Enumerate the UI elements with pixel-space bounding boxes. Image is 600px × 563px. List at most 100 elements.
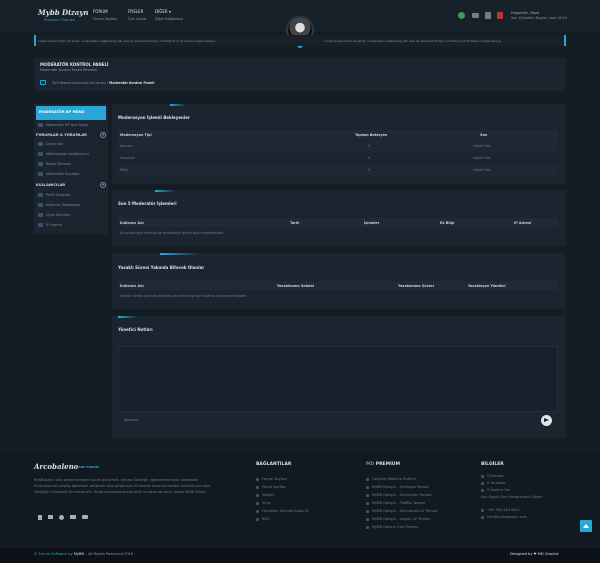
row-type[interactable]: Yorumlar	[120, 156, 135, 160]
section-accent	[118, 316, 138, 318]
nav-members[interactable]: ÜYELER Üye Listesi	[128, 9, 146, 21]
table-row	[118, 152, 558, 164]
sidebar-item-ip-search[interactable]: IP Arama	[36, 220, 106, 230]
sidebar-item-mod-logs[interactable]: Moderatör Kayıtları	[36, 169, 106, 179]
footer-info-item: 0 Konular	[481, 474, 504, 478]
modpanel-subtitle: Moderatör Kontrol Paneli Yönetimi	[40, 68, 98, 72]
sidebar-item-warnings[interactable]: Uyarı Kayıtları	[36, 210, 106, 220]
notes-input[interactable]	[118, 414, 534, 426]
users-icon	[481, 488, 484, 492]
notifications-icon[interactable]	[458, 12, 465, 19]
sidebar-item-label: Uyarı Kayıtları	[46, 213, 71, 217]
mybb-link[interactable]: MyBB	[74, 552, 84, 556]
facebook-icon[interactable]	[38, 515, 42, 520]
logout-icon[interactable]	[497, 12, 503, 19]
sidebar-menu-title: MODERATÖR KP MENÜ	[36, 106, 106, 120]
log-icon	[38, 172, 43, 176]
table-header	[118, 218, 558, 227]
nav-forum[interactable]: FORUM Forum Sayfası	[93, 9, 117, 21]
sidebar-item-reports[interactable]: Rapor Merkezi	[36, 159, 106, 169]
sidebar-item-moderation[interactable]: Moderasyon Kalitesyonu	[36, 149, 106, 159]
nav-members-label: ÜYELER	[128, 9, 144, 14]
pinterest-icon[interactable]	[59, 515, 64, 520]
row-type[interactable]: Konular	[120, 144, 133, 148]
section-title: Son 5 Moderatör İşlemleri	[118, 201, 177, 206]
search-icon	[38, 223, 43, 227]
table-row	[118, 164, 558, 176]
sidebar-item-label: Profil Düzenle	[46, 193, 71, 197]
footer-link[interactable]: Portal Sayfası	[256, 485, 286, 489]
table-header	[118, 130, 558, 139]
sidebar-item-edit-profile[interactable]: Profil Düzenle	[36, 190, 106, 200]
sidebar-item-label: Rapor Merkezi	[46, 162, 71, 166]
col-header: Ek Bilgi	[440, 221, 455, 225]
designed-by[interactable]: Designed by ❤ MD Graphic	[510, 552, 559, 556]
sidebar-forums-title: FORUMLAR & YORUMLAR	[36, 132, 87, 137]
footer-link[interactable]: İletişim	[256, 493, 275, 497]
user-icon	[38, 193, 43, 197]
notes-textarea[interactable]	[118, 346, 558, 412]
section-accent	[155, 190, 175, 192]
footer-link[interactable]: Arşiv	[256, 501, 271, 505]
bullet-icon	[366, 525, 369, 529]
footer-link[interactable]: Forum Sayfası	[256, 477, 287, 481]
nav-members-sub: Üye Listesi	[128, 17, 147, 21]
footer-link[interactable]: RSS	[256, 517, 269, 521]
megaphone-icon	[38, 142, 43, 146]
expand-icon[interactable]: +	[100, 181, 106, 188]
footer-premium-link[interactable]: MyBB Dizaynı Özel Teması	[366, 525, 418, 529]
section-accent	[160, 253, 200, 255]
footer-premium-link[interactable]: MyBB Dizaynı – Legion v2 Teması	[366, 517, 430, 521]
col-header: Kullanıcı Adı	[120, 284, 144, 288]
col-header: IP Adresi	[514, 221, 532, 225]
nav-other[interactable]: DİĞER ▾ Diğer Bağlantılar	[155, 9, 184, 21]
nav-other-sub: Diğer Bağlantılar	[155, 17, 184, 21]
section-title: Moderasyon İşlemli Bekleyenler	[118, 115, 190, 120]
google-plus-icon[interactable]	[70, 515, 76, 519]
bullet-icon	[366, 485, 369, 489]
mail-icon	[481, 515, 484, 519]
col-header: Moderasyon Tipi	[120, 133, 152, 137]
footer-logo-sub: DARK FORUM	[76, 465, 99, 469]
youtube-icon[interactable]	[82, 515, 88, 519]
footer-links-title: BAĞLANTILAR	[256, 462, 292, 467]
sidebar-item-home[interactable]: Moderatör KP Ana Sayfa	[36, 120, 106, 130]
copyright-prefix: © Forum Software by	[34, 552, 73, 556]
messages-icon[interactable]	[472, 13, 479, 18]
home-icon[interactable]	[40, 80, 46, 85]
empty-message: Yasaklı süresi yakında bitecek olan herh…	[120, 294, 248, 298]
sidebar-users-header[interactable]: KULLANICILAR +	[36, 180, 106, 189]
twitter-icon[interactable]	[48, 515, 53, 519]
copyright-suffix: – All Rights Reserved 2019	[85, 552, 134, 556]
footer-premium-link[interactable]: MyBB Dizaynı – Dimension Teması	[366, 493, 432, 497]
settings-icon[interactable]	[485, 12, 491, 19]
breadcrumb-home[interactable]: Türk eksmet kullanıcılık forum sisi	[52, 81, 106, 85]
table-row	[118, 140, 558, 152]
check-icon	[256, 509, 259, 513]
footer-email[interactable]: info@mybbdizayn.com	[481, 515, 527, 519]
empty-message: Şu anda kayıt edilmiş bir moderatör işle…	[120, 231, 224, 235]
sidebar-item-announcements[interactable]: Duyurular	[36, 139, 106, 149]
bullet-icon	[366, 477, 369, 481]
footer-premium-link[interactable]: MyBB Dizaynı – Soundcraft v2 Teması	[366, 509, 438, 513]
footer-premium-link[interactable]: Gelişmiş Mobilite Sistemi	[366, 477, 416, 481]
footer-link[interactable]: Forumları Okundu Kabul Et	[256, 509, 309, 513]
footer-phone: +90 555 444 6611	[481, 508, 520, 512]
footer-info-link[interactable]: Son Kayıtlı Son Mesajlarınızı Göster	[481, 495, 543, 499]
chevron-up-icon	[583, 524, 589, 528]
col-header: Yasaklanma Süresi	[398, 284, 434, 288]
footer-premium-link[interactable]: MyBB Dizaynı – Simbiyoz Teması	[366, 485, 429, 489]
logo[interactable]: Mybb Dizayn	[38, 8, 88, 17]
nav-forum-sub: Forum Sayfası	[93, 17, 118, 21]
row-type[interactable]: Ekler	[120, 168, 129, 172]
phone-icon	[481, 508, 484, 512]
breadcrumb: Türk eksmet kullanıcılık forum sisi › Mo…	[52, 81, 154, 85]
sidebar-forums-header[interactable]: FORUMLAR & YORUMLAR +	[36, 130, 106, 139]
footer-premium-link[interactable]: MyBB Dizaynı – FlatBlu Teması	[366, 501, 425, 505]
sidebar-item-ban-user[interactable]: Kullanıcı Yasaklama	[36, 200, 106, 210]
rss-icon	[256, 517, 259, 521]
expand-icon[interactable]: +	[100, 131, 106, 138]
breadcrumb-current: Moderatör Kontrol Paneli	[109, 81, 155, 85]
footer-logo[interactable]: Arcobaleno	[34, 462, 78, 471]
moderation-icon	[38, 152, 43, 156]
